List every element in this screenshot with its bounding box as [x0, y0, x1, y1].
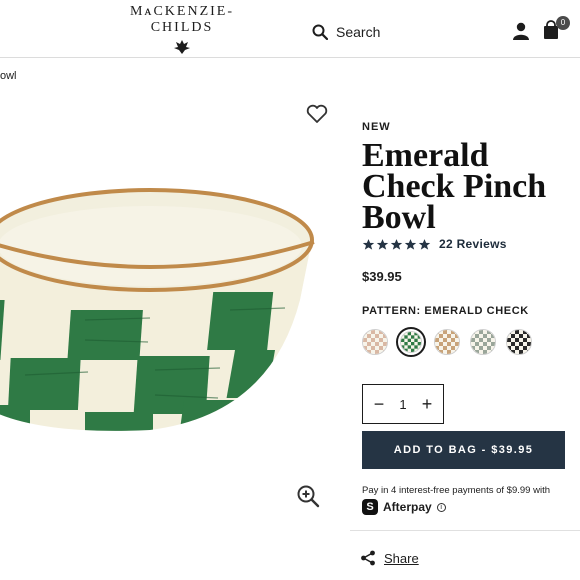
afterpay-logo-icon: S — [362, 499, 378, 515]
crest-icon — [174, 40, 190, 54]
breadcrumb[interactable]: owl — [0, 70, 17, 82]
brand-logo[interactable]: MᴀCKENZIE-CHILDS — [106, 4, 258, 55]
afterpay-link[interactable]: S Afterpay i — [362, 499, 446, 515]
star-icon — [404, 238, 417, 250]
pattern-label: PATTERN: EMERALD CHECK — [362, 305, 529, 317]
star-icon — [376, 238, 389, 250]
pattern-swatch[interactable] — [506, 329, 532, 355]
star-icon — [418, 238, 431, 250]
afterpay-label: Afterpay — [383, 500, 432, 514]
product-title: Emerald Check Pinch Bowl — [362, 137, 547, 236]
quantity-stepper: − 1 + — [362, 384, 444, 424]
user-icon[interactable] — [512, 22, 530, 40]
site-header: MᴀCKENZIE-CHILDS Search 0 — [0, 0, 580, 58]
product-price: $39.95 — [362, 269, 402, 284]
pattern-swatch[interactable] — [396, 327, 426, 357]
star-icon — [362, 238, 375, 250]
search-label: Search — [336, 24, 381, 40]
checkered-pattern-icon — [401, 332, 421, 352]
pattern-swatches — [362, 327, 532, 357]
search-icon — [312, 24, 328, 40]
share-icon — [361, 550, 375, 566]
star-icon — [390, 238, 403, 250]
checkered-pattern-icon — [363, 330, 387, 354]
share-label: Share — [384, 550, 419, 566]
pattern-swatch[interactable] — [434, 329, 460, 355]
pattern-swatch[interactable] — [362, 329, 388, 355]
quantity-value[interactable]: 1 — [399, 397, 406, 412]
search-button[interactable]: Search — [312, 24, 380, 40]
decrease-quantity-button[interactable]: − — [371, 395, 387, 413]
wishlist-heart-icon[interactable] — [306, 104, 328, 124]
cart-count-badge: 0 — [556, 16, 570, 30]
checkered-pattern-icon — [435, 330, 459, 354]
product-rating[interactable]: 22 Reviews — [362, 237, 507, 251]
add-to-bag-button[interactable]: ADD TO BAG - $39.95 — [362, 431, 565, 469]
rating-stars — [362, 238, 431, 251]
reviews-link[interactable]: 22 Reviews — [439, 237, 507, 251]
pattern-swatch[interactable] — [470, 329, 496, 355]
share-button[interactable]: Share — [360, 550, 419, 566]
checkered-pattern-icon — [507, 330, 531, 354]
info-icon[interactable]: i — [436, 502, 446, 512]
checkered-pattern-icon — [471, 330, 495, 354]
zoom-in-icon[interactable] — [296, 484, 320, 508]
brand-name: MᴀCKENZIE-CHILDS — [129, 4, 235, 35]
divider — [350, 530, 580, 531]
new-badge: NEW — [362, 121, 391, 133]
increase-quantity-button[interactable]: + — [419, 395, 435, 413]
afterpay-text: Pay in 4 interest-free payments of $9.99… — [362, 485, 550, 496]
product-image — [0, 188, 315, 431]
